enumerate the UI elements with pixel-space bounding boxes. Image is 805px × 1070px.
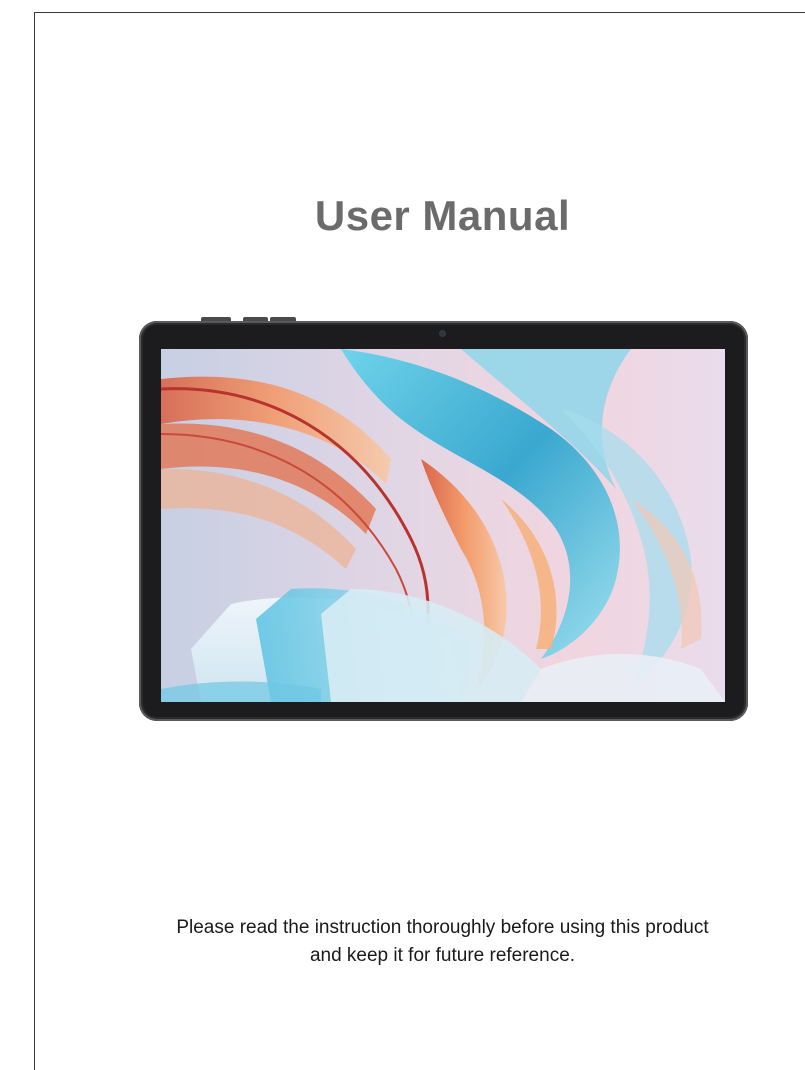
tablet-screen-wallpaper <box>161 349 725 702</box>
notice-line-1: Please read the instruction thoroughly b… <box>176 917 709 938</box>
camera-icon <box>440 331 445 336</box>
tablet-body <box>139 321 748 721</box>
abstract-wallpaper-graphic <box>161 349 725 702</box>
page-title: User Manual <box>314 192 571 239</box>
usage-notice: Please read the instruction thoroughly b… <box>0 914 805 970</box>
notice-line-2: and keep it for future reference. <box>309 945 576 966</box>
tablet-illustration <box>139 316 748 722</box>
